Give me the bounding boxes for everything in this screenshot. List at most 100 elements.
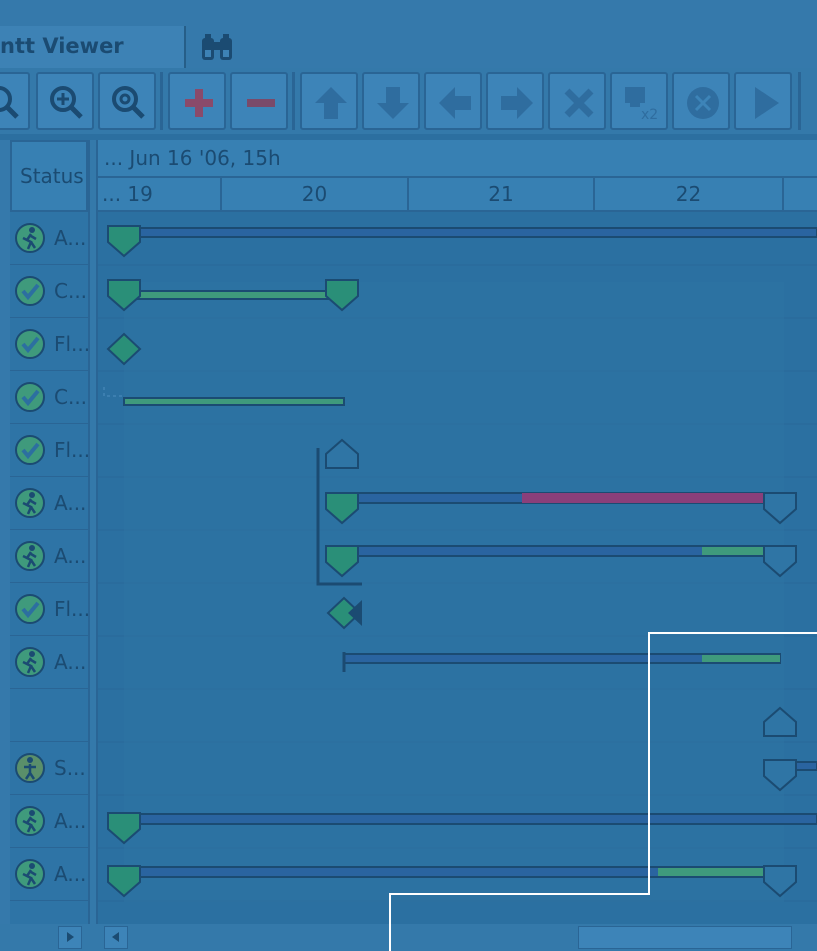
table-row[interactable]: A...	[10, 530, 88, 583]
scroll-thumb[interactable]	[578, 926, 792, 949]
zoom-in-button[interactable]	[36, 72, 94, 130]
add-icon	[185, 89, 213, 117]
stop-icon	[687, 87, 719, 119]
move-up-button[interactable]	[300, 72, 358, 130]
arrow-right-icon	[501, 87, 533, 119]
gantt-chart[interactable]	[98, 212, 817, 924]
table-row[interactable]: C...	[10, 265, 88, 318]
status-text: A...	[54, 650, 87, 674]
table-row[interactable]: Fl...	[10, 318, 91, 371]
duplicate-x2-icon: x2	[625, 87, 658, 123]
table-row[interactable]: C...	[10, 371, 88, 424]
arrow-down-icon	[377, 87, 409, 119]
running-icon	[14, 487, 48, 525]
delete-button[interactable]	[548, 72, 606, 130]
remove-icon	[247, 99, 275, 107]
timeline-day: 21	[409, 178, 595, 210]
timeline-top-label: ... Jun 16 '06, 15h	[104, 146, 281, 170]
remove-task-button[interactable]	[230, 72, 288, 130]
status-column-header[interactable]: Status	[10, 140, 88, 212]
status-text: Fl...	[54, 597, 91, 621]
zoom-out-button[interactable]	[0, 72, 30, 130]
status-column: A... C... Fl... C... Fl... A... A... Fl... A... S…	[10, 212, 91, 928]
check-icon	[14, 593, 48, 631]
table-row[interactable]: A...	[10, 212, 88, 265]
timeline-day: ... 19	[98, 178, 222, 210]
day-label: 20	[301, 182, 328, 206]
check-icon	[14, 328, 48, 366]
check-icon	[14, 434, 48, 472]
highlight-outline	[649, 632, 817, 634]
toolbar-separator	[798, 72, 801, 130]
add-task-button[interactable]	[168, 72, 226, 130]
timeline-day: 20	[222, 178, 409, 210]
table-row[interactable]: A...	[10, 848, 88, 901]
status-text: Fl...	[54, 438, 91, 462]
table-row[interactable]: Fl...	[10, 424, 91, 477]
move-down-button[interactable]	[362, 72, 420, 130]
tab-label: ntt Viewer	[0, 34, 124, 58]
zoom-fit-button[interactable]	[98, 72, 156, 130]
delete-icon	[564, 88, 594, 118]
duplicate-button[interactable]: x2	[610, 72, 668, 130]
status-text: Fl...	[54, 332, 91, 356]
running-icon	[14, 540, 48, 578]
table-row[interactable]: Fl...	[10, 583, 91, 636]
check-icon	[14, 381, 48, 419]
row-header-strip	[0, 140, 10, 930]
stop-button[interactable]	[672, 72, 730, 130]
table-row[interactable]: A...	[10, 477, 88, 530]
running-icon	[14, 646, 48, 684]
horizontal-scrollbar[interactable]	[0, 924, 817, 951]
play-button[interactable]	[734, 72, 792, 130]
zoom-out-icon	[0, 86, 19, 119]
binoculars-icon	[202, 34, 232, 60]
scroll-right-button[interactable]	[58, 926, 82, 949]
status-header-label: Status	[20, 164, 84, 188]
arrow-left-icon	[439, 87, 471, 119]
duplicate-badge: x2	[641, 107, 658, 123]
day-label: 22	[675, 182, 702, 206]
highlight-outline	[389, 893, 391, 951]
status-text: A...	[54, 862, 87, 886]
tab-bar: ntt Viewer	[0, 0, 817, 68]
standing-icon	[14, 752, 48, 790]
table-row[interactable]: A...	[10, 795, 88, 848]
day-label: 21	[488, 182, 514, 206]
status-text: S...	[54, 756, 86, 780]
scroll-left-button[interactable]	[104, 926, 128, 949]
highlight-outline	[390, 893, 650, 895]
status-text: A...	[54, 809, 87, 833]
running-icon	[14, 858, 48, 896]
tab-gantt-viewer[interactable]: ntt Viewer	[0, 26, 186, 68]
timeline-header: ... Jun 16 '06, 15h ... 19 20 21 22	[98, 140, 817, 212]
table-row[interactable]: A...	[10, 636, 88, 689]
table-row[interactable]: S...	[10, 742, 88, 795]
move-left-button[interactable]	[424, 72, 482, 130]
table-row[interactable]	[10, 689, 88, 742]
chevron-right-icon	[67, 932, 74, 942]
move-right-button[interactable]	[486, 72, 544, 130]
gantt-canvas[interactable]	[98, 212, 817, 924]
toolbar-separator	[160, 72, 163, 130]
timeline-day: 22	[595, 178, 784, 210]
summary-area	[124, 282, 784, 902]
running-icon	[14, 222, 48, 260]
task-bar[interactable]	[123, 397, 345, 406]
toolbar-separator	[292, 72, 295, 130]
find-tab[interactable]	[186, 26, 246, 68]
highlight-outline	[648, 632, 650, 894]
task-bar[interactable]	[107, 225, 817, 258]
status-text: A...	[54, 226, 87, 250]
gantt-viewer-window: ntt Viewer x2 Status A... C... Fl... C..…	[0, 0, 817, 951]
status-text: C...	[54, 385, 88, 409]
splitter[interactable]	[88, 140, 98, 951]
zoom-fit-icon	[112, 86, 145, 119]
arrow-up-icon	[315, 87, 347, 119]
status-text: C...	[54, 279, 88, 303]
toolbar: x2	[0, 68, 817, 134]
status-text: A...	[54, 544, 87, 568]
status-text: A...	[54, 491, 87, 515]
running-icon	[14, 805, 48, 843]
check-icon	[14, 275, 48, 313]
